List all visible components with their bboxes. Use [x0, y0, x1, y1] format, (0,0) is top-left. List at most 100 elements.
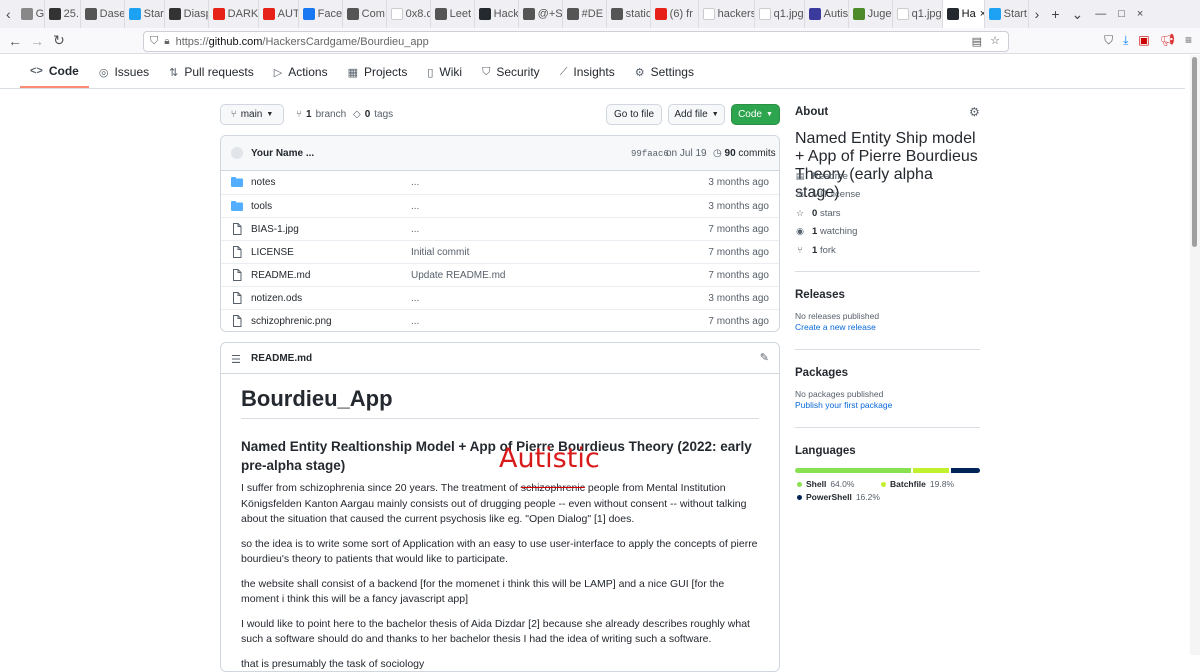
browser-tab[interactable]: q1.jpg (J — [893, 0, 943, 28]
scrollbar-thumb[interactable] — [1192, 57, 1197, 247]
browser-tab[interactable]: static — [607, 0, 651, 28]
add-file-button[interactable]: Add file ▼ — [668, 104, 725, 125]
file-row[interactable]: LICENSEInitial commit7 months ago — [221, 240, 779, 263]
repo-tab-insights[interactable]: ⟋Insights — [550, 62, 625, 88]
file-row[interactable]: notizen.ods...3 months ago — [221, 286, 779, 309]
lock-icon[interactable]: 🔒︎ — [164, 36, 169, 47]
list-icon[interactable]: ☰ — [231, 353, 241, 366]
repo-tab-security[interactable]: ⛉Security — [472, 62, 550, 88]
about-item[interactable]: ◉1 watching — [795, 223, 980, 242]
create-release-link[interactable]: Create a new release — [795, 322, 980, 333]
browser-tab[interactable]: Start — [125, 0, 165, 28]
megaphone-icon[interactable]: 📢︎ — [1160, 33, 1175, 48]
browser-tab[interactable]: #DE — [563, 0, 607, 28]
browser-tab[interactable]: Leet — [431, 0, 475, 28]
repo-tab-projects[interactable]: ▦Projects — [338, 62, 418, 88]
window-close-icon[interactable]: × — [1131, 8, 1149, 20]
extension-icon[interactable]: ▣ — [1138, 33, 1149, 48]
pocket-icon[interactable]: ⛉ — [1104, 33, 1113, 48]
pencil-icon[interactable]: ✎ — [760, 351, 769, 364]
commit-message[interactable]: ... — [411, 201, 419, 212]
tab-scroll-left-icon[interactable]: ‹ — [0, 6, 17, 22]
browser-tab[interactable]: Hack — [475, 0, 519, 28]
branch-select-button[interactable]: ⑂ main ▼ — [220, 104, 284, 125]
file-name[interactable]: notizen.ods — [251, 293, 302, 304]
file-name[interactable]: schizophrenic.png — [251, 316, 332, 327]
code-button[interactable]: Code ▼ — [731, 104, 780, 125]
commit-message[interactable]: ... — [411, 224, 419, 235]
commit-message[interactable]: Initial commit — [411, 247, 469, 258]
browser-tab[interactable]: Autis — [805, 0, 849, 28]
repo-tab-code[interactable]: <>Code — [20, 62, 89, 88]
language-item[interactable]: PowerShell16.2% — [797, 492, 880, 502]
about-item[interactable]: ☆0 stars — [795, 204, 980, 223]
file-row[interactable]: tools...3 months ago — [221, 194, 779, 217]
commit-message[interactable]: ... — [411, 293, 419, 304]
repo-tab-issues[interactable]: ◎Issues — [89, 62, 159, 88]
language-item[interactable]: Shell64.0% — [797, 479, 854, 489]
commit-hash[interactable]: 99faac6 — [631, 149, 669, 159]
browser-tab[interactable]: 0x8.ch/ — [387, 0, 431, 28]
readme-filename[interactable]: README.md — [251, 353, 312, 364]
releases-heading[interactable]: Releases — [795, 289, 980, 301]
file-row[interactable]: README.mdUpdate README.md7 months ago — [221, 263, 779, 286]
packages-heading[interactable]: Packages — [795, 367, 980, 379]
file-name[interactable]: tools — [251, 201, 272, 212]
tag-count-link[interactable]: ◇ 0 tags — [353, 109, 393, 120]
commit-message[interactable]: ... — [411, 177, 419, 188]
page-scrollbar[interactable] — [1190, 55, 1200, 655]
browser-tab[interactable]: @+S — [519, 0, 563, 28]
browser-tab[interactable]: Face — [299, 0, 343, 28]
about-item[interactable]: ▤Readme — [795, 167, 980, 186]
browser-tab[interactable]: Diasp — [165, 0, 209, 28]
gear-icon[interactable]: ⚙ — [969, 105, 980, 119]
maximize-icon[interactable]: □ — [1112, 8, 1131, 20]
forward-icon[interactable]: → — [26, 33, 48, 49]
shield-icon[interactable]: ⛉ — [150, 35, 158, 48]
new-tab-icon[interactable]: + — [1045, 6, 1065, 22]
repo-tab-actions[interactable]: ▷Actions — [264, 62, 338, 88]
commits-link[interactable]: ◷ 90 commits — [713, 148, 776, 159]
browser-tab[interactable]: Com — [343, 0, 387, 28]
browser-tab[interactable]: (6) fr — [651, 0, 699, 28]
go-to-file-button[interactable]: Go to file — [606, 104, 662, 125]
publish-package-link[interactable]: Publish your first package — [795, 400, 980, 411]
repo-tab-wiki[interactable]: ▯Wiki — [417, 62, 472, 88]
commit-message[interactable]: ... — [411, 316, 419, 327]
menu-icon[interactable]: ≡ — [1185, 33, 1192, 48]
about-item[interactable]: ⑂1 fork — [795, 241, 980, 260]
branch-count-link[interactable]: ⑂ 1 branch — [296, 109, 346, 120]
back-icon[interactable]: ← — [4, 33, 26, 49]
browser-tab[interactable]: Start — [985, 0, 1029, 28]
tab-scroll-right-icon[interactable]: › — [1029, 6, 1046, 22]
tab-list-icon[interactable]: ⌄ — [1066, 6, 1090, 23]
file-row[interactable]: schizophrenic.png...7 months ago — [221, 309, 779, 332]
file-row[interactable]: notes...3 months ago — [221, 171, 779, 194]
browser-tab[interactable]: AUTI — [259, 0, 299, 28]
file-name[interactable]: LICENSE — [251, 247, 294, 258]
file-name[interactable]: notes — [251, 177, 275, 188]
commit-author[interactable]: Your Name ... — [251, 148, 314, 159]
repo-tab-settings[interactable]: ⚙Settings — [625, 62, 704, 88]
browser-tab[interactable]: q1.jpg (J — [755, 0, 805, 28]
browser-tab[interactable]: DARK PLAYLI — [209, 0, 259, 28]
reload-icon[interactable]: ↻ — [48, 32, 70, 49]
file-name[interactable]: BIAS-1.jpg — [251, 224, 299, 235]
browser-tab[interactable]: Dase — [81, 0, 125, 28]
file-name[interactable]: README.md — [251, 270, 310, 281]
bookmark-star-icon[interactable]: ☆ — [990, 34, 1000, 47]
minimize-icon[interactable]: — — [1089, 8, 1112, 20]
repo-tab-pull-requests[interactable]: ⇅Pull requests — [159, 62, 264, 88]
download-icon[interactable]: ⤓ — [1123, 33, 1128, 48]
file-row[interactable]: BIAS-1.jpg...7 months ago — [221, 217, 779, 240]
browser-tab[interactable]: 25. P — [45, 0, 81, 28]
browser-tab[interactable]: Ha× — [943, 0, 985, 28]
browser-tab[interactable]: hackersc — [699, 0, 755, 28]
commit-message[interactable]: Update README.md — [411, 270, 505, 281]
about-item[interactable]: ⚖MIT license — [795, 186, 980, 205]
language-item[interactable]: Batchfile19.8% — [881, 479, 954, 489]
url-bar[interactable]: ⛉ 🔒︎ https://github.com/HackersCardgame/… — [143, 31, 1009, 52]
browser-tab[interactable]: Juge — [849, 0, 893, 28]
browser-tab[interactable]: Geh — [17, 0, 45, 28]
reader-view-icon[interactable]: ▤ — [972, 35, 982, 48]
